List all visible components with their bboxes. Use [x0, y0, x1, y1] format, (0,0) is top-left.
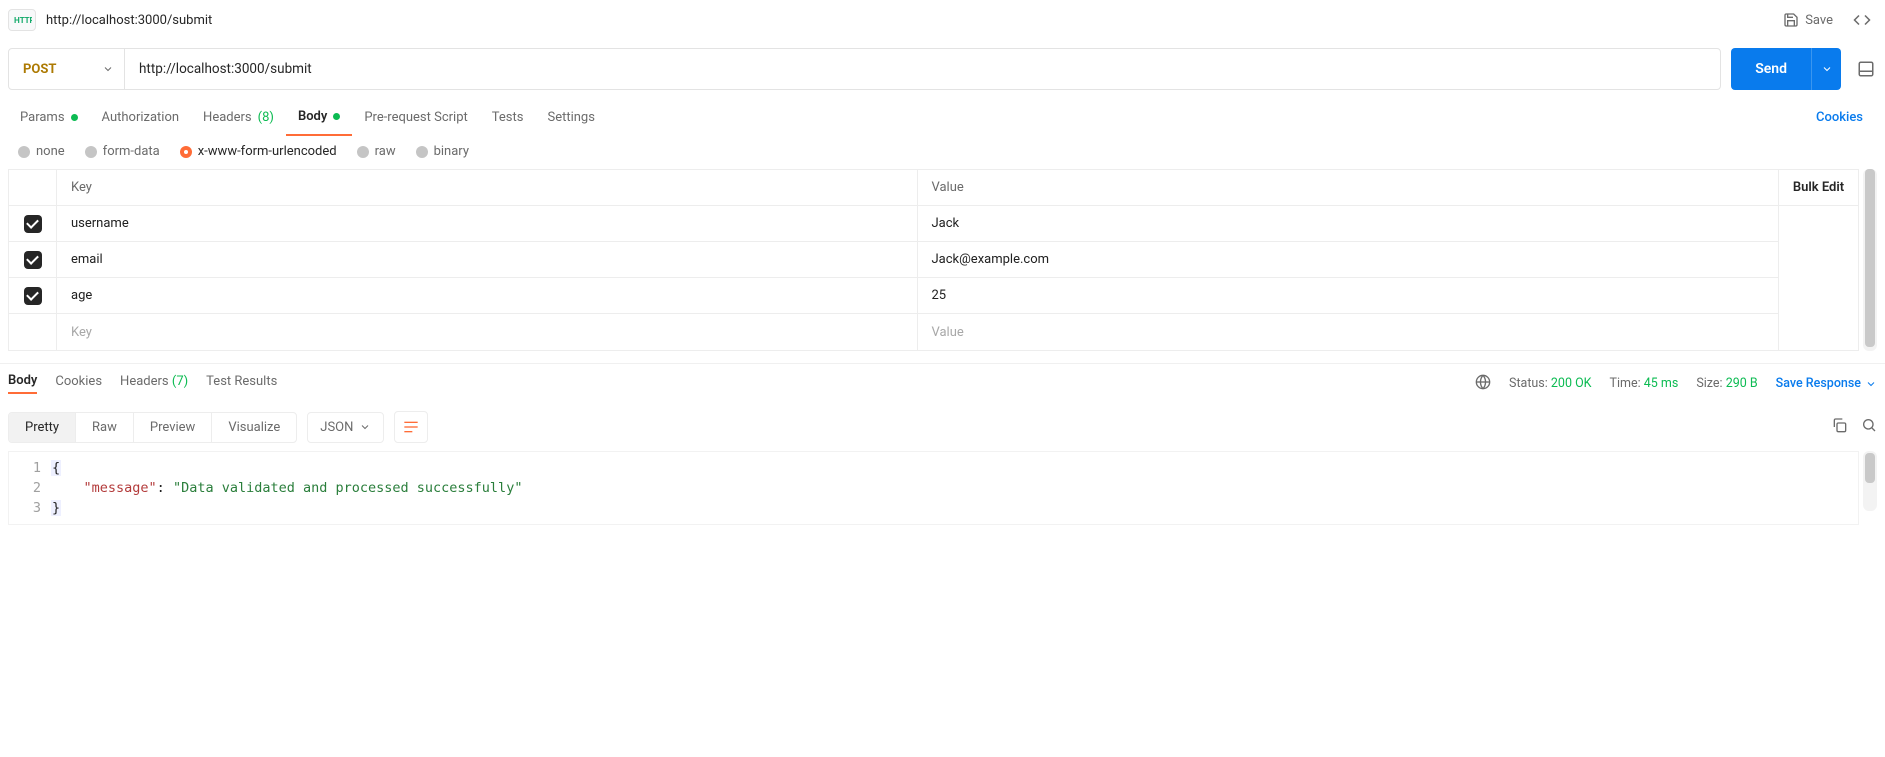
- body-type-urlencoded[interactable]: x-www-form-urlencoded: [180, 144, 337, 159]
- method-label: POST: [23, 62, 56, 77]
- tab-authorization[interactable]: Authorization: [90, 98, 192, 136]
- row-checkbox[interactable]: [9, 242, 57, 277]
- tab-body[interactable]: Body: [286, 98, 352, 136]
- http-icon: HTTP: [8, 9, 36, 31]
- view-mode-segment: Pretty Raw Preview Visualize: [8, 412, 297, 443]
- radio-icon: [85, 146, 97, 158]
- search-icon[interactable]: [1861, 417, 1877, 437]
- bulk-edit-button[interactable]: Bulk Edit: [1779, 170, 1858, 206]
- send-button[interactable]: Send: [1731, 48, 1811, 90]
- resp-tab-test-results[interactable]: Test Results: [206, 374, 277, 393]
- size-label: Size: 290 B: [1696, 376, 1757, 391]
- row-value-input[interactable]: Value: [918, 314, 1779, 350]
- radio-icon: [180, 146, 192, 158]
- chevron-down-icon: [1865, 378, 1877, 390]
- view-mode-preview[interactable]: Preview: [134, 413, 212, 442]
- tab-settings[interactable]: Settings: [535, 98, 606, 136]
- row-value[interactable]: Jack: [918, 206, 1779, 241]
- save-button[interactable]: Save: [1783, 12, 1833, 28]
- resp-tab-body[interactable]: Body: [8, 373, 37, 394]
- url-input[interactable]: http://localhost:3000/submit: [125, 49, 1720, 89]
- cookies-link[interactable]: Cookies: [1816, 110, 1877, 125]
- globe-icon[interactable]: [1475, 374, 1491, 394]
- table-row: age25: [9, 278, 1778, 314]
- row-key[interactable]: age: [57, 278, 918, 313]
- body-type-raw[interactable]: raw: [357, 144, 396, 159]
- code-line: {: [51, 460, 61, 476]
- scrollbar[interactable]: [1863, 169, 1877, 351]
- row-key[interactable]: username: [57, 206, 918, 241]
- scrollbar[interactable]: [1863, 451, 1877, 511]
- kv-header-checkbox: [9, 170, 57, 205]
- row-checkbox: [9, 314, 57, 350]
- body-type-binary[interactable]: binary: [416, 144, 469, 159]
- tab-params[interactable]: Params: [8, 98, 90, 136]
- view-mode-visualize[interactable]: Visualize: [212, 413, 296, 442]
- wrap-icon: [403, 420, 419, 434]
- row-value[interactable]: Jack@example.com: [918, 242, 1779, 277]
- body-type-none[interactable]: none: [18, 144, 65, 159]
- kv-header-value: Value: [918, 170, 1779, 205]
- code-line: }: [51, 500, 61, 516]
- breadcrumb: http://localhost:3000/submit: [46, 13, 212, 28]
- scrollbar-thumb[interactable]: [1865, 453, 1875, 483]
- table-row: usernameJack: [9, 206, 1778, 242]
- chevron-down-icon: [102, 63, 114, 75]
- row-key-input[interactable]: Key: [57, 314, 918, 350]
- view-mode-pretty[interactable]: Pretty: [9, 413, 76, 442]
- chevron-down-icon: [359, 421, 371, 433]
- code-icon[interactable]: [1853, 11, 1871, 29]
- format-select[interactable]: JSON: [307, 412, 384, 443]
- radio-icon: [416, 146, 428, 158]
- radio-icon: [18, 146, 30, 158]
- body-type-form-data[interactable]: form-data: [85, 144, 160, 159]
- time-label: Time: 45 ms: [1610, 376, 1679, 391]
- dock-icon[interactable]: [1857, 48, 1877, 90]
- row-checkbox[interactable]: [9, 206, 57, 241]
- radio-icon: [357, 146, 369, 158]
- line-gutter: 123: [9, 452, 51, 524]
- kv-header-key: Key: [57, 170, 918, 205]
- params-indicator: [71, 114, 78, 121]
- row-value[interactable]: 25: [918, 278, 1779, 313]
- method-select[interactable]: POST: [9, 49, 125, 89]
- row-key[interactable]: email: [57, 242, 918, 277]
- save-response-button[interactable]: Save Response: [1776, 376, 1877, 391]
- save-button-label: Save: [1805, 13, 1833, 28]
- send-caret[interactable]: [1811, 48, 1841, 90]
- tab-headers[interactable]: Headers (8): [191, 98, 286, 136]
- view-mode-raw[interactable]: Raw: [76, 413, 134, 442]
- body-indicator: [333, 113, 340, 120]
- resp-tab-cookies[interactable]: Cookies: [55, 374, 102, 393]
- code-line: "message": "Data validated and processed…: [51, 478, 1858, 498]
- tab-tests[interactable]: Tests: [480, 98, 536, 136]
- wrap-lines-button[interactable]: [394, 411, 428, 443]
- copy-icon[interactable]: [1831, 417, 1847, 437]
- resp-tab-headers[interactable]: Headers (7): [120, 374, 188, 393]
- save-icon: [1783, 12, 1799, 28]
- response-body: 123 { "message": "Data validated and pro…: [8, 451, 1859, 525]
- tab-prerequest[interactable]: Pre-request Script: [352, 98, 479, 136]
- scrollbar-thumb[interactable]: [1865, 169, 1875, 347]
- table-row: emailJack@example.com: [9, 242, 1778, 278]
- status-label: Status: 200 OK: [1509, 376, 1592, 391]
- table-row-new[interactable]: KeyValue: [9, 314, 1778, 350]
- chevron-down-icon: [1821, 63, 1833, 75]
- row-checkbox[interactable]: [9, 278, 57, 313]
- svg-text:HTTP: HTTP: [14, 16, 32, 25]
